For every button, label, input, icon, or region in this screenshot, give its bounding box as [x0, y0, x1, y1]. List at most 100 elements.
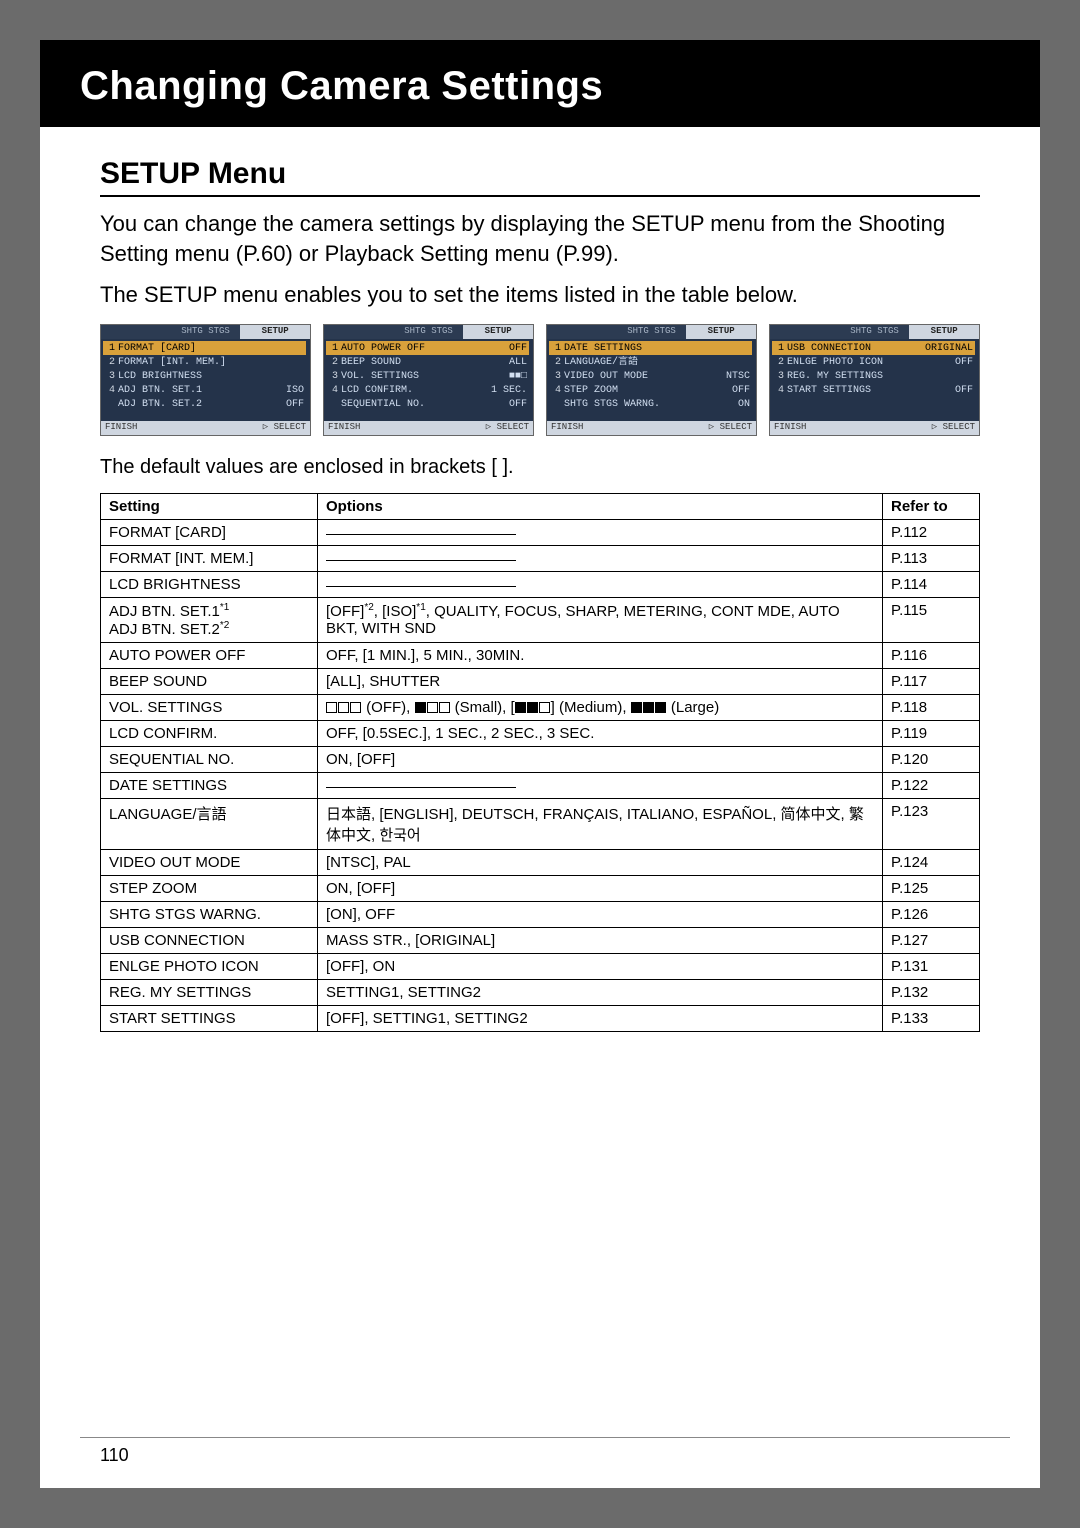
screenshot-menu-row: 3VIDEO OUT MODENTSC: [549, 369, 752, 383]
page-number: 110: [100, 1445, 129, 1466]
screenshot-tab: SHTG STGS: [617, 325, 687, 339]
cell-setting: SHTG STGS WARNG.: [101, 901, 318, 927]
table-row: FORMAT [CARD]P.112: [101, 519, 980, 545]
screenshot-menu-row: 4START SETTINGSOFF: [772, 383, 975, 397]
table-row: REG. MY SETTINGSSETTING1, SETTING2P.132: [101, 979, 980, 1005]
screenshot-footer-left: FINISH: [774, 422, 806, 434]
screenshot-tab: SETUP: [463, 325, 533, 339]
cell-refer: P.113: [883, 545, 980, 571]
screenshot-menu-row: 3LCD BRIGHTNESS: [103, 369, 306, 383]
table-row: ADJ BTN. SET.1*1ADJ BTN. SET.2*2[OFF]*2,…: [101, 597, 980, 642]
table-row: DATE SETTINGS P.122: [101, 772, 980, 798]
screenshot-menu-row: 4ADJ BTN. SET.1ISO: [103, 383, 306, 397]
screenshot-tab: [770, 325, 840, 339]
cell-setting: USB CONNECTION: [101, 927, 318, 953]
screenshot-menu-row: SHTG STGS WARNG.ON: [549, 397, 752, 411]
table-row: SHTG STGS WARNG.[ON], OFFP.126: [101, 901, 980, 927]
screenshot-menu-row: 3REG. MY SETTINGS: [772, 369, 975, 383]
cell-refer: P.122: [883, 772, 980, 798]
table-row: VIDEO OUT MODE[NTSC], PALP.124: [101, 849, 980, 875]
cell-refer: P.126: [883, 901, 980, 927]
menu-screenshots-row: SHTG STGSSETUP1FORMAT [CARD]2FORMAT [INT…: [100, 324, 980, 436]
cell-setting: SEQUENTIAL NO.: [101, 746, 318, 772]
cell-setting: ENLGE PHOTO ICON: [101, 953, 318, 979]
cell-setting: LANGUAGE/言語: [101, 798, 318, 849]
cell-options: 日本語, [ENGLISH], DEUTSCH, FRANÇAIS, ITALI…: [318, 798, 883, 849]
table-row: BEEP SOUND[ALL], SHUTTERP.117: [101, 668, 980, 694]
intro-paragraph-2: The SETUP menu enables you to set the it…: [100, 280, 980, 310]
screenshot-tab: SHTG STGS: [394, 325, 464, 339]
cell-refer: P.123: [883, 798, 980, 849]
menu-screenshot: SHTG STGSSETUP1DATE SETTINGS2LANGUAGE/言語…: [546, 324, 757, 436]
menu-screenshot: SHTG STGSSETUP1FORMAT [CARD]2FORMAT [INT…: [100, 324, 311, 436]
cell-options: [OFF], ON: [318, 953, 883, 979]
footer-rule: [80, 1437, 1010, 1438]
cell-refer: P.118: [883, 694, 980, 720]
cell-setting: REG. MY SETTINGS: [101, 979, 318, 1005]
cell-setting: DATE SETTINGS: [101, 772, 318, 798]
screenshot-footer-right: ▷ SELECT: [709, 422, 752, 434]
cell-refer: P.120: [883, 746, 980, 772]
screenshot-tab: SETUP: [686, 325, 756, 339]
table-row: FORMAT [INT. MEM.]P.113: [101, 545, 980, 571]
settings-table: Setting Options Refer to FORMAT [CARD]P.…: [100, 493, 980, 1032]
cell-options: [ON], OFF: [318, 901, 883, 927]
cell-options: [318, 772, 883, 798]
screenshot-menu-row: 4LCD CONFIRM.1 SEC.: [326, 383, 529, 397]
table-row: LANGUAGE/言語日本語, [ENGLISH], DEUTSCH, FRAN…: [101, 798, 980, 849]
table-row: VOL. SETTINGS (OFF), (Small), [] (Medium…: [101, 694, 980, 720]
menu-screenshot: SHTG STGSSETUP1AUTO POWER OFFOFF2BEEP SO…: [323, 324, 534, 436]
screenshot-footer-right: ▷ SELECT: [263, 422, 306, 434]
page: Changing Camera Settings SETUP Menu You …: [40, 40, 1040, 1488]
cell-setting: AUTO POWER OFF: [101, 642, 318, 668]
table-row: SEQUENTIAL NO.ON, [OFF]P.120: [101, 746, 980, 772]
screenshot-footer-left: FINISH: [328, 422, 360, 434]
cell-options: (OFF), (Small), [] (Medium), (Large): [318, 694, 883, 720]
screenshot-footer-right: ▷ SELECT: [932, 422, 975, 434]
cell-options: [ALL], SHUTTER: [318, 668, 883, 694]
cell-options: [318, 519, 883, 545]
cell-setting: VOL. SETTINGS: [101, 694, 318, 720]
cell-refer: P.119: [883, 720, 980, 746]
section-title: SETUP Menu: [100, 157, 980, 197]
screenshot-menu-row: 3VOL. SETTINGS■■□: [326, 369, 529, 383]
content-area: SETUP Menu You can change the camera set…: [40, 127, 1040, 1032]
screenshot-menu-row: SEQUENTIAL NO.OFF: [326, 397, 529, 411]
cell-options: SETTING1, SETTING2: [318, 979, 883, 1005]
cell-options: OFF, [0.5SEC.], 1 SEC., 2 SEC., 3 SEC.: [318, 720, 883, 746]
cell-refer: P.127: [883, 927, 980, 953]
screenshot-tab: SHTG STGS: [171, 325, 241, 339]
cell-refer: P.124: [883, 849, 980, 875]
cell-refer: P.132: [883, 979, 980, 1005]
cell-refer: P.131: [883, 953, 980, 979]
cell-setting: ADJ BTN. SET.1*1ADJ BTN. SET.2*2: [101, 597, 318, 642]
screenshot-menu-row: ADJ BTN. SET.2OFF: [103, 397, 306, 411]
table-row: LCD CONFIRM.OFF, [0.5SEC.], 1 SEC., 2 SE…: [101, 720, 980, 746]
cell-refer: P.116: [883, 642, 980, 668]
cell-setting: BEEP SOUND: [101, 668, 318, 694]
cell-refer: P.115: [883, 597, 980, 642]
chapter-title: Changing Camera Settings: [80, 64, 1000, 109]
screenshot-menu-row: 4STEP ZOOMOFF: [549, 383, 752, 397]
screenshot-tab: [324, 325, 394, 339]
cell-options: [318, 571, 883, 597]
intro-paragraph-1: You can change the camera settings by di…: [100, 209, 980, 268]
cell-setting: STEP ZOOM: [101, 875, 318, 901]
screenshot-menu-row: 1AUTO POWER OFFOFF: [326, 341, 529, 355]
screenshot-menu-row: 2FORMAT [INT. MEM.]: [103, 355, 306, 369]
screenshot-footer-left: FINISH: [105, 422, 137, 434]
table-row: START SETTINGS[OFF], SETTING1, SETTING2P…: [101, 1005, 980, 1031]
th-options: Options: [318, 493, 883, 519]
th-setting: Setting: [101, 493, 318, 519]
screenshot-tab: SETUP: [909, 325, 979, 339]
screenshot-menu-row: 2ENLGE PHOTO ICONOFF: [772, 355, 975, 369]
cell-setting: LCD BRIGHTNESS: [101, 571, 318, 597]
cell-setting: FORMAT [CARD]: [101, 519, 318, 545]
screenshot-tab: SETUP: [240, 325, 310, 339]
defaults-note: The default values are enclosed in brack…: [100, 454, 980, 481]
cell-options: [NTSC], PAL: [318, 849, 883, 875]
screenshot-menu-row: 1USB CONNECTIONORIGINAL: [772, 341, 975, 355]
cell-refer: P.125: [883, 875, 980, 901]
screenshot-tab: SHTG STGS: [840, 325, 910, 339]
cell-options: ON, [OFF]: [318, 875, 883, 901]
